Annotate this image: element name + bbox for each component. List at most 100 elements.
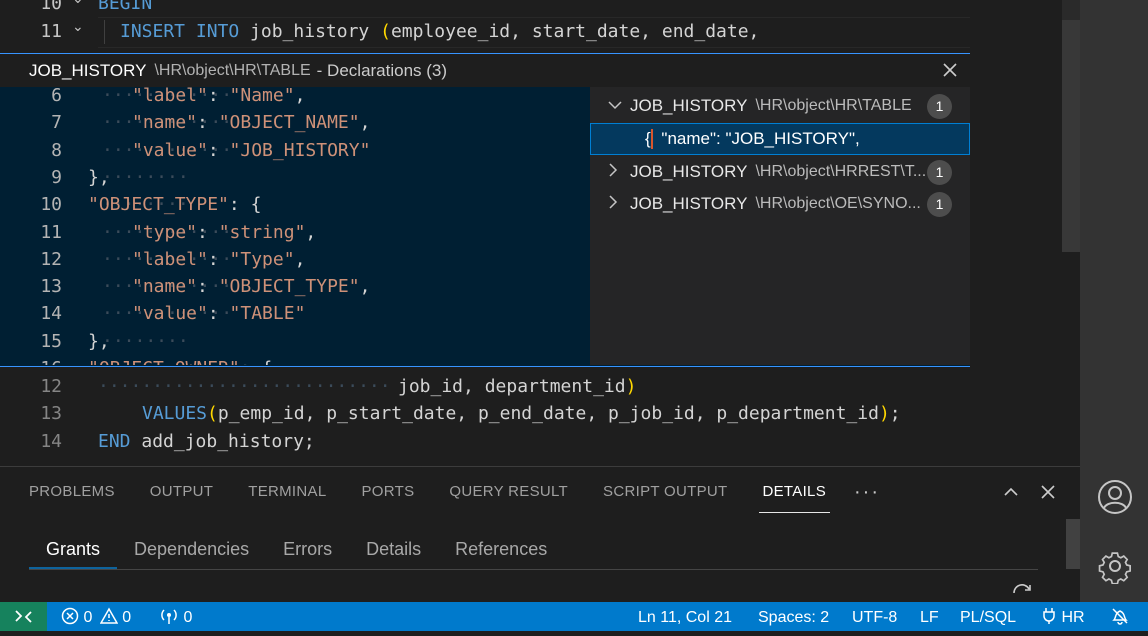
code-token: , — [294, 87, 306, 106]
reference-file-item[interactable]: JOB_HISTORY \HR\object\OE\SYNO... 1 — [590, 188, 970, 220]
warning-count: 0 — [122, 609, 132, 626]
code-text: BEGIN — [98, 0, 152, 17]
peek-code-text: "value": "JOB_HISTORY" — [132, 137, 370, 164]
reference-count-badge: 1 — [927, 191, 952, 217]
panel-tab-query-result[interactable]: QUERY RESULT — [449, 467, 568, 517]
code-token: "Name" — [229, 87, 295, 106]
subtab-errors[interactable]: Errors — [266, 531, 349, 567]
code-token: "name" — [132, 112, 198, 134]
subtab-grants[interactable]: Grants — [29, 531, 118, 569]
line-number: 9 — [51, 166, 62, 188]
chevron-down-icon[interactable]: ⌄ — [72, 0, 84, 13]
editor-scrollbar-track — [1062, 0, 1080, 20]
peek-code-line: 10 ········ "OBJECT_TYPE": { — [0, 191, 590, 218]
subtab-dependencies[interactable]: Dependencies — [117, 531, 266, 567]
code-token: employee_id, start_date, end_date, — [390, 21, 760, 42]
more-actions-icon[interactable]: ··· — [854, 481, 880, 504]
language-mode[interactable]: PL/SQL — [960, 602, 1016, 631]
panel-tab-ports[interactable]: PORTS — [361, 467, 414, 517]
line-number: 13 — [40, 403, 62, 424]
peek-code-text: }, — [88, 164, 110, 191]
code-text: VALUES(p_emp_id, p_start_date, p_end_dat… — [142, 400, 901, 427]
problems-status[interactable]: 0 0 — [61, 602, 131, 631]
peek-code-text: "name": "OBJECT_TYPE", — [132, 273, 370, 300]
connection-status[interactable]: HR — [1041, 602, 1085, 631]
chevron-right-icon[interactable] — [608, 195, 630, 213]
indentation-status[interactable]: Spaces: 2 — [758, 602, 829, 631]
close-icon[interactable] — [938, 58, 962, 82]
peek-code-line: 11 ············ "type": "string", — [0, 219, 590, 246]
code-token: : — [197, 112, 219, 134]
code-token: }, — [88, 166, 110, 188]
code-token: INTO — [195, 21, 251, 42]
panel-tabs: PROBLEMS OUTPUT TERMINAL PORTS QUERY RESULT S… — [0, 467, 880, 517]
panel-tab-terminal[interactable]: TERMINAL — [248, 467, 326, 517]
peek-meta: - Declarations (3) — [316, 60, 448, 80]
subtab-details[interactable]: Details — [349, 531, 438, 567]
chevron-down-icon[interactable]: ⌄ — [72, 14, 84, 41]
notifications-bell-icon[interactable] — [1110, 602, 1130, 631]
code-token: "OBJECT_TYPE" — [218, 276, 360, 298]
refresh-icon[interactable] — [1010, 583, 1034, 604]
chevron-down-icon[interactable] — [608, 98, 630, 114]
code-token: "value" — [132, 303, 208, 325]
line-number: 10 — [40, 0, 62, 14]
panel-tab-problems[interactable]: PROBLEMS — [29, 467, 115, 517]
reference-preview: { "name": "JOB_HISTORY", — [645, 128, 860, 150]
line-number: 14 — [40, 431, 62, 452]
code-line: 14 END add_job_history; — [0, 428, 1060, 455]
code-token: }, — [88, 330, 110, 352]
gear-icon[interactable] — [1097, 548, 1133, 584]
warning-icon — [99, 607, 119, 624]
peek-code-editor[interactable]: 6 ············ "label": "Name", 7 ··········… — [0, 87, 590, 365]
line-number: 11 — [40, 221, 62, 243]
bottom-panel: PROBLEMS OUTPUT TERMINAL PORTS QUERY RESULT S… — [0, 466, 1080, 603]
panel-tab-script-output[interactable]: SCRIPT OUTPUT — [603, 467, 727, 517]
peek-code-line: 7 ············ "name": "OBJECT_NAME", — [0, 109, 590, 136]
peek-code-text: "label": "Name", — [132, 87, 305, 109]
code-token: p_emp_id, p_start_date, p_end_date, p_jo… — [217, 403, 879, 424]
ports-status[interactable]: 0 — [159, 602, 192, 631]
code-token: ) — [625, 376, 637, 397]
encoding-status[interactable]: UTF-8 — [852, 602, 897, 631]
maximize-panel-chevron-up-icon[interactable] — [1000, 481, 1022, 503]
code-token: job_history — [250, 21, 381, 42]
code-token: "Type" — [229, 248, 295, 270]
code-token: ) — [878, 403, 890, 424]
eol-status[interactable]: LF — [920, 602, 939, 631]
peek-code-line: 12 ············ "label": "Type", — [0, 246, 590, 273]
reference-path: \HR\object\OE\SYNO... — [755, 195, 921, 212]
chevron-right-icon[interactable] — [608, 163, 630, 181]
whitespace-guides: ········ — [102, 166, 189, 188]
code-token: "value" — [132, 139, 208, 161]
reference-path: \HR\object\HR\TABLE — [755, 97, 912, 114]
remote-indicator[interactable] — [0, 602, 47, 631]
code-text: job_id, department_id) — [398, 373, 636, 400]
panel-tab-details[interactable]: DETAILS — [758, 467, 830, 517]
reference-file-item[interactable]: JOB_HISTORY \HR\object\HR\TABLE 1 — [590, 90, 970, 122]
subtab-references[interactable]: References — [438, 531, 564, 567]
connection-name: HR — [1061, 609, 1085, 626]
details-subtabs: Grants Dependencies Errors Details Reference… — [29, 531, 1038, 570]
reference-name: JOB_HISTORY — [630, 194, 748, 213]
peek-path: \HR\object\HR\TABLE — [154, 61, 311, 79]
close-panel-icon[interactable] — [1037, 481, 1059, 503]
reference-leaf[interactable]: { "name": "JOB_HISTORY", — [590, 123, 970, 155]
peek-declarations-widget: JOB_HISTORY \HR\object\HR\TABLE - Declar… — [0, 53, 970, 367]
reference-file-item[interactable]: JOB_HISTORY \HR\object\HRREST\T... 1 — [590, 156, 970, 188]
line-number: 16 — [0, 355, 62, 365]
account-icon[interactable] — [1097, 479, 1133, 515]
code-text: INSERT INTO job_history (employee_id, st… — [120, 18, 759, 45]
panel-tab-output[interactable]: OUTPUT — [150, 467, 213, 517]
code-text: END add_job_history; — [98, 428, 315, 455]
code-token: "string" — [218, 221, 306, 243]
peek-code-line: 8 ············ "value": "JOB_HISTORY" — [0, 137, 590, 164]
cursor-position[interactable]: Ln 11, Col 21 — [638, 602, 732, 631]
panel-scrollbar-thumb[interactable] — [1066, 519, 1080, 569]
code-editor[interactable]: 10 ⌄ BEGIN 11 ⌄ INSERT INTO job_history (empl… — [0, 0, 1080, 466]
code-token: : — [197, 221, 219, 243]
reference-path: \HR\object\HRREST\T... — [755, 163, 927, 180]
code-token: "TABLE" — [229, 303, 306, 325]
editor-scrollbar-thumb[interactable] — [1062, 20, 1080, 252]
code-token: VALUES — [142, 403, 208, 424]
